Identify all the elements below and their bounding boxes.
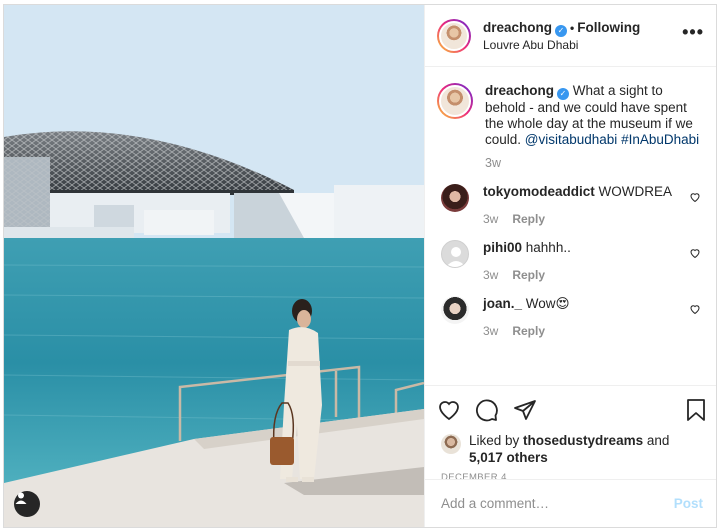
separator-dot: •	[570, 21, 575, 35]
commenter-username[interactable]: pihi00	[483, 240, 522, 255]
bookmark-icon[interactable]	[685, 398, 707, 427]
caption-avatar[interactable]	[437, 83, 473, 119]
caption-username[interactable]: dreachong	[485, 83, 554, 98]
author-username[interactable]: dreachong	[483, 20, 552, 35]
commenter-avatar[interactable]	[441, 240, 469, 268]
reply-button[interactable]: Reply	[512, 324, 545, 338]
comment-time: 3w	[483, 324, 499, 338]
commenter-username[interactable]: joan._	[483, 296, 522, 311]
comment-time: 3w	[483, 212, 499, 226]
author-meta: dreachong ✓ • Following Louvre Abu Dhabi	[483, 18, 640, 53]
comment-input[interactable]	[441, 496, 674, 511]
likes-joiner: and	[643, 433, 670, 448]
reply-button[interactable]: Reply	[512, 268, 545, 282]
comment-text: hahhh..	[525, 240, 571, 255]
commenter-username[interactable]: tokyomodeaddict	[483, 184, 595, 199]
comments-section: dreachong ✓ What a sight to behold - and …	[425, 67, 716, 385]
caption-text: dreachong ✓ What a sight to behold - and …	[485, 83, 707, 148]
commenter-avatar[interactable]	[441, 184, 469, 212]
likes-summary: Liked by thosedustydreams and 5,017 othe…	[425, 430, 716, 466]
heart-icon[interactable]	[689, 246, 701, 264]
post-comment-button[interactable]: Post	[674, 496, 703, 511]
likes-count-link[interactable]: 5,017 others	[469, 450, 548, 465]
following-button[interactable]: Following	[577, 20, 640, 35]
mention-link[interactable]: @visitabudhabi	[525, 132, 618, 147]
liker-avatar[interactable]	[441, 434, 461, 454]
museum-scene-illustration	[4, 5, 424, 527]
reply-button[interactable]: Reply	[512, 212, 545, 226]
post-header: dreachong ✓ • Following Louvre Abu Dhabi ••…	[425, 5, 716, 67]
heart-icon[interactable]	[437, 398, 461, 427]
comment-item: joan._ Wow😍 3w Reply	[437, 296, 707, 338]
liker-username[interactable]: thosedustydreams	[523, 433, 643, 448]
more-options-icon[interactable]: •••	[682, 23, 704, 41]
caption: dreachong ✓ What a sight to behold - and …	[437, 83, 707, 148]
comment-text: WOWDREA	[598, 184, 673, 199]
comment-text: Wow😍	[525, 296, 570, 311]
action-icons	[425, 386, 716, 430]
comment-time: 3w	[483, 268, 499, 282]
commenter-avatar[interactable]	[441, 296, 469, 324]
caption-time: 3w	[485, 156, 501, 170]
likes-prefix: Liked by	[469, 433, 524, 448]
post-actions: Liked by thosedustydreams and 5,017 othe…	[425, 385, 716, 527]
location-link[interactable]: Louvre Abu Dhabi	[483, 38, 640, 53]
user-tag-icon[interactable]	[14, 491, 40, 517]
author-avatar[interactable]	[437, 18, 471, 53]
post-photo[interactable]	[4, 5, 424, 527]
comment-item: tokyomodeaddict WOWDREA 3w Reply	[437, 184, 707, 226]
post-side-panel: dreachong ✓ • Following Louvre Abu Dhabi ••…	[424, 5, 716, 527]
instagram-post: dreachong ✓ • Following Louvre Abu Dhabi ••…	[3, 4, 717, 528]
hashtag-link[interactable]: #InAbuDhabi	[621, 132, 699, 147]
add-comment-bar: Post	[425, 479, 716, 527]
verified-badge-icon: ✓	[555, 25, 568, 37]
comment-icon[interactable]	[475, 398, 499, 427]
paper-plane-icon[interactable]	[513, 398, 537, 427]
verified-badge-icon: ✓	[557, 88, 570, 100]
heart-icon[interactable]	[689, 302, 701, 320]
heart-icon[interactable]	[689, 190, 701, 208]
comment-item: pihi00 hahhh.. 3w Reply	[437, 240, 707, 282]
